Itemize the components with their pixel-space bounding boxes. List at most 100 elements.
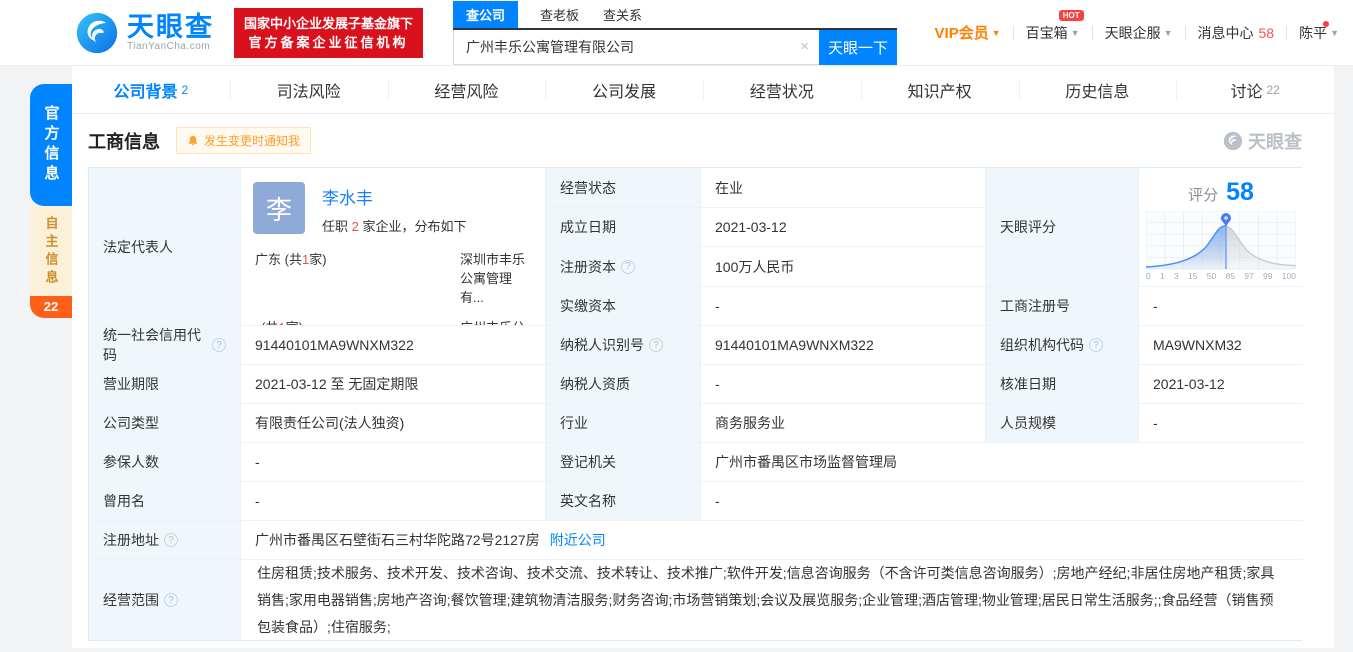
help-icon[interactable]: ? <box>649 338 663 352</box>
search-row: × 天眼一下 <box>453 29 898 65</box>
search-tabs: 查公司 查老板 查关系 <box>453 0 898 30</box>
field-value-company-type: 有限责任公司(法人独资) <box>241 404 546 443</box>
tianyancha-watermark-icon <box>1223 131 1243 150</box>
score-value: 58 <box>1226 178 1254 206</box>
search-button[interactable]: 天眼一下 <box>819 29 898 65</box>
field-label-insured-staff: 参保人数 <box>89 443 241 482</box>
field-value-registered-capital: 100万人民币 <box>701 247 986 287</box>
field-label-registration-number: 工商注册号 <box>986 287 1139 326</box>
field-value-registration-authority: 广州市番禺区市场监督管理局 <box>701 443 1303 482</box>
section-header: 工商信息 发生变更时通知我 天眼查 <box>72 114 1334 167</box>
field-value-industry: 商务服务业 <box>701 404 986 443</box>
search-tab-boss[interactable]: 查老板 <box>538 1 581 28</box>
tab-judicial-risk[interactable]: 司法风险 <box>229 66 388 113</box>
field-value-insured-staff: - <box>241 443 546 482</box>
search-input[interactable] <box>454 38 791 55</box>
tab-count: 22 <box>1266 82 1280 97</box>
top-header: 天眼查 TianYanCha.com 国家中小企业发展子基金旗下 官方备案企业征… <box>0 0 1353 66</box>
help-icon[interactable]: ? <box>164 533 178 547</box>
field-value-staff-size: - <box>1139 404 1303 443</box>
divider <box>1091 25 1093 40</box>
divider <box>1012 25 1014 40</box>
field-value-english-name: - <box>701 482 1303 521</box>
nav-vip[interactable]: VIP会员 ▼ <box>935 22 1001 43</box>
side-tab-self-label: 自主信息 <box>43 216 59 288</box>
field-value-taxpayer-qualification: - <box>701 365 986 404</box>
business-info-table: 法定代表人 李 李水丰 任职 2 家企业，分布如下 广东 (共1家) 深圳市丰乐… <box>88 167 1303 641</box>
help-icon[interactable]: ? <box>212 338 226 352</box>
nav-message-center[interactable]: 消息中心 58 <box>1198 23 1275 43</box>
legal-rep-distribution: 广东 (共1家) 深圳市丰乐公寓管理有... (共1家) 广州丰乐公寓管理有限.… <box>255 249 535 325</box>
score-header: 评分 58 <box>1145 178 1297 207</box>
nav-toolbox-label: 百宝箱 <box>1025 24 1068 41</box>
tab-intellectual-property[interactable]: 知识产权 <box>860 66 1019 113</box>
nearby-companies-link[interactable]: 附近公司 <box>550 530 606 550</box>
gov-badge-line2: 官方备案企业征信机构 <box>248 34 409 50</box>
tab-company-development[interactable]: 公司发展 <box>545 66 703 113</box>
message-count-badge: 58 <box>1258 24 1275 41</box>
field-label-english-name: 英文名称 <box>546 482 701 521</box>
field-label-unified-social-credit-code: 统一社会信用代码? <box>89 326 241 365</box>
tab-operation-risk[interactable]: 经营风险 <box>387 66 546 113</box>
side-tabs: 官方信息 自主信息 22 <box>30 84 72 318</box>
field-label-business-scope: 经营范围? <box>89 560 241 640</box>
notification-dot <box>1323 20 1329 27</box>
clear-icon[interactable]: × <box>790 38 819 55</box>
distribution-company-link[interactable]: 广州丰乐公寓管理有限... <box>460 317 535 325</box>
watermark-text: 天眼查 <box>1248 131 1302 152</box>
distribution-company-link[interactable]: 深圳市丰乐公寓管理有... <box>460 249 535 306</box>
field-label-company-type: 公司类型 <box>89 404 241 443</box>
help-icon[interactable]: ? <box>1089 338 1103 352</box>
tab-discussion[interactable]: 讨论 22 <box>1176 66 1334 113</box>
company-tabbar: 公司背景 2 司法风险 经营风险 公司发展 经营状况 知识产权 历史信息 讨论 22 <box>72 66 1334 114</box>
side-tab-self[interactable]: 自主信息 22 <box>30 206 72 318</box>
side-tab-official-label: 官方信息 <box>42 105 60 185</box>
nav-enterprise-service-label: 天眼企服 <box>1104 24 1161 41</box>
legal-rep-roles: 任职 2 家企业，分布如下 <box>322 219 467 234</box>
help-icon[interactable]: ? <box>621 259 635 274</box>
legal-rep-name-link[interactable]: 李水丰 <box>322 184 467 209</box>
field-value-business-status: 在业 <box>701 168 986 208</box>
distribution-region: 广东 (共1家) <box>255 252 327 267</box>
nav-enterprise-service[interactable]: 天眼企服 ▼ <box>1105 23 1173 43</box>
tianyancha-logo[interactable]: 天眼查 TianYanCha.com <box>75 11 214 55</box>
score-axis-labels: 013 15 50 85 97 99 100 <box>1146 271 1296 281</box>
field-value-business-scope: 住房租赁;技术服务、技术开发、技术咨询、技术交流、技术转让、技术推广;软件开发;… <box>241 560 1303 640</box>
field-label-organization-code: 组织机构代码? <box>986 326 1139 365</box>
search-tab-company[interactable]: 查公司 <box>453 0 519 28</box>
tab-operation-status[interactable]: 经营状况 <box>703 66 861 113</box>
chevron-down-icon: ▼ <box>1330 27 1339 38</box>
side-tab-official[interactable]: 官方信息 <box>30 84 72 206</box>
field-label-industry: 行业 <box>546 404 701 443</box>
nav-user[interactable]: 陈平 ▼ <box>1299 20 1339 43</box>
field-label-establish-date: 成立日期 <box>546 208 701 247</box>
field-value-paid-in-capital: - <box>701 287 986 326</box>
tab-history-info[interactable]: 历史信息 <box>1018 66 1177 113</box>
chevron-down-icon: ▼ <box>991 27 1001 38</box>
nav-toolbox[interactable]: 百宝箱 ▼ HOT <box>1025 9 1084 43</box>
search-area: 查公司 查老板 查关系 × 天眼一下 <box>453 0 898 65</box>
score-distribution-chart <box>1146 211 1296 270</box>
bell-icon <box>188 135 198 145</box>
search-tab-relation[interactable]: 查关系 <box>601 1 644 28</box>
hot-badge: HOT <box>1058 9 1084 21</box>
field-value-registered-address: 广州市番禺区石壁街石三村华陀路72号2127房 附近公司 <box>241 521 1303 560</box>
nav-vip-label: VIP会员 <box>934 25 989 42</box>
field-value-taxpayer-id: 91440101MA9WNXM322 <box>701 326 986 365</box>
field-label-registered-address: 注册地址? <box>89 521 241 560</box>
avatar[interactable]: 李 <box>253 182 305 234</box>
search-box: × <box>453 29 820 65</box>
field-value-former-name: - <box>241 482 546 521</box>
tab-count: 2 <box>181 82 189 97</box>
field-label-taxpayer-qualification: 纳税人资质 <box>546 365 701 404</box>
divider <box>1286 25 1288 40</box>
field-value-unified-social-credit-code: 91440101MA9WNXM322 <box>241 326 546 365</box>
help-icon[interactable]: ? <box>164 593 178 607</box>
field-label-former-name: 曾用名 <box>89 482 241 521</box>
logo-text: 天眼查 TianYanCha.com <box>127 13 214 52</box>
notify-button[interactable]: 发生变更时通知我 <box>176 127 312 154</box>
nav-message-center-label: 消息中心 <box>1197 24 1254 41</box>
field-value-business-term: 2021-03-12 至 无固定期限 <box>241 365 546 404</box>
watermark-logo: 天眼查 <box>1223 128 1302 154</box>
tab-company-background[interactable]: 公司背景 2 <box>72 66 230 113</box>
